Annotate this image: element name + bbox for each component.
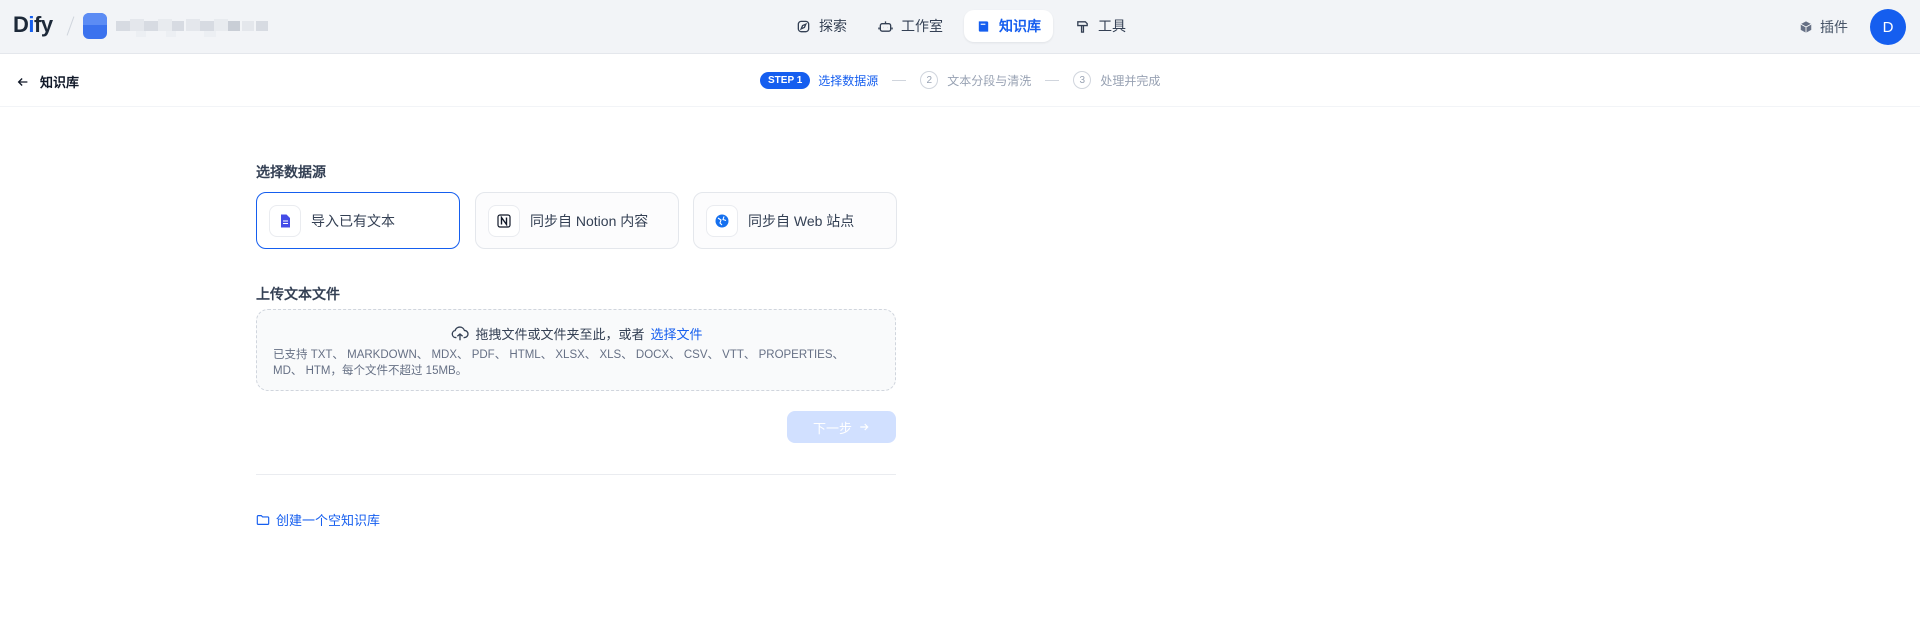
step-2-number: 2	[920, 71, 939, 89]
next-step-label: 下一步	[812, 420, 852, 436]
datasource-web[interactable]: 同步自 Web 站点	[693, 192, 897, 249]
cloud-upload-icon	[452, 325, 470, 340]
nav-tools-label: 工具	[1098, 18, 1126, 34]
nav-studio[interactable]: 工作室	[866, 10, 955, 42]
step-2-label: 文本分段与清洗	[947, 73, 1032, 88]
plugin-label: 插件	[1820, 19, 1848, 35]
step-3-number: 3	[1073, 71, 1092, 89]
datasource-web-label: 同步自 Web 站点	[748, 212, 855, 229]
step-1-label: 选择数据源	[818, 73, 879, 88]
cube-icon	[1800, 21, 1812, 33]
separator	[66, 16, 75, 36]
step-3-label: 处理并完成	[1100, 73, 1161, 88]
workspace-name-blurred[interactable]	[116, 17, 276, 39]
folder-icon	[256, 514, 270, 525]
divider	[256, 474, 896, 475]
arrow-right-icon	[860, 423, 869, 431]
upload-title: 上传文本文件	[256, 286, 340, 302]
globe-icon	[706, 204, 738, 237]
user-initial: D	[1882, 18, 1894, 36]
logo-text-d: D	[13, 12, 29, 37]
nav-explore-label: 探索	[819, 18, 847, 34]
next-step-button[interactable]: 下一步	[787, 411, 896, 443]
nav-knowledge[interactable]: 知识库	[964, 10, 1053, 42]
nav-knowledge-label: 知识库	[999, 18, 1041, 34]
nav-explore[interactable]: 探索	[784, 10, 859, 42]
hammer-icon	[1077, 20, 1088, 33]
datasource-file[interactable]: 导入已有文本	[256, 192, 460, 249]
dropzone-prompt: 拖拽文件或文件夹至此，或者 选择文件	[257, 324, 897, 343]
workspace-avatar[interactable]	[83, 13, 107, 39]
book-icon	[978, 20, 989, 32]
select-file-link[interactable]: 选择文件	[651, 324, 703, 343]
datasource-title: 选择数据源	[256, 164, 326, 180]
datasource-notion[interactable]: 同步自 Notion 内容	[475, 192, 679, 249]
dropzone-text: 拖拽文件或文件夹至此，或者	[475, 327, 645, 342]
step-1-badge: STEP 1	[760, 71, 811, 89]
datasource-notion-label: 同步自 Notion 内容	[530, 212, 649, 229]
back-button[interactable]: 知识库	[16, 72, 79, 91]
back-label: 知识库	[40, 75, 80, 90]
step-indicator: STEP 1 选择数据源 2 文本分段与清洗 3 处理并完成	[760, 71, 1160, 89]
nav-studio-label: 工作室	[901, 18, 943, 34]
dify-logo[interactable]: Dify	[13, 12, 53, 38]
top-navigation-bar: Dify 探索 工作室 知识库 工具 插件 D	[0, 0, 1920, 54]
create-empty-label: 创建一个空知识库	[276, 513, 381, 528]
step-connector	[1045, 79, 1060, 81]
logo-text-fy: fy	[34, 12, 53, 37]
compass-icon	[797, 20, 810, 32]
create-empty-dataset-link[interactable]: 创建一个空知识库	[256, 510, 380, 529]
datasource-file-label: 导入已有文本	[311, 212, 395, 229]
file-text-icon	[269, 204, 301, 237]
step-connector	[892, 79, 907, 81]
nav-tools[interactable]: 工具	[1063, 10, 1138, 42]
plugin-button[interactable]: 插件	[1799, 17, 1848, 37]
file-dropzone[interactable]: 拖拽文件或文件夹至此，或者 选择文件 已支持 TXT、 MARKDOWN、 MD…	[256, 309, 896, 391]
supported-formats-hint: 已支持 TXT、 MARKDOWN、 MDX、 PDF、 HTML、 XLSX、…	[273, 349, 845, 377]
create-dataset-header: 知识库 STEP 1 选择数据源 2 文本分段与清洗 3 处理并完成	[0, 55, 1920, 107]
robot-icon	[878, 20, 893, 32]
notion-icon	[488, 204, 520, 237]
arrow-left-icon	[17, 77, 28, 86]
user-avatar[interactable]: D	[1870, 9, 1906, 45]
